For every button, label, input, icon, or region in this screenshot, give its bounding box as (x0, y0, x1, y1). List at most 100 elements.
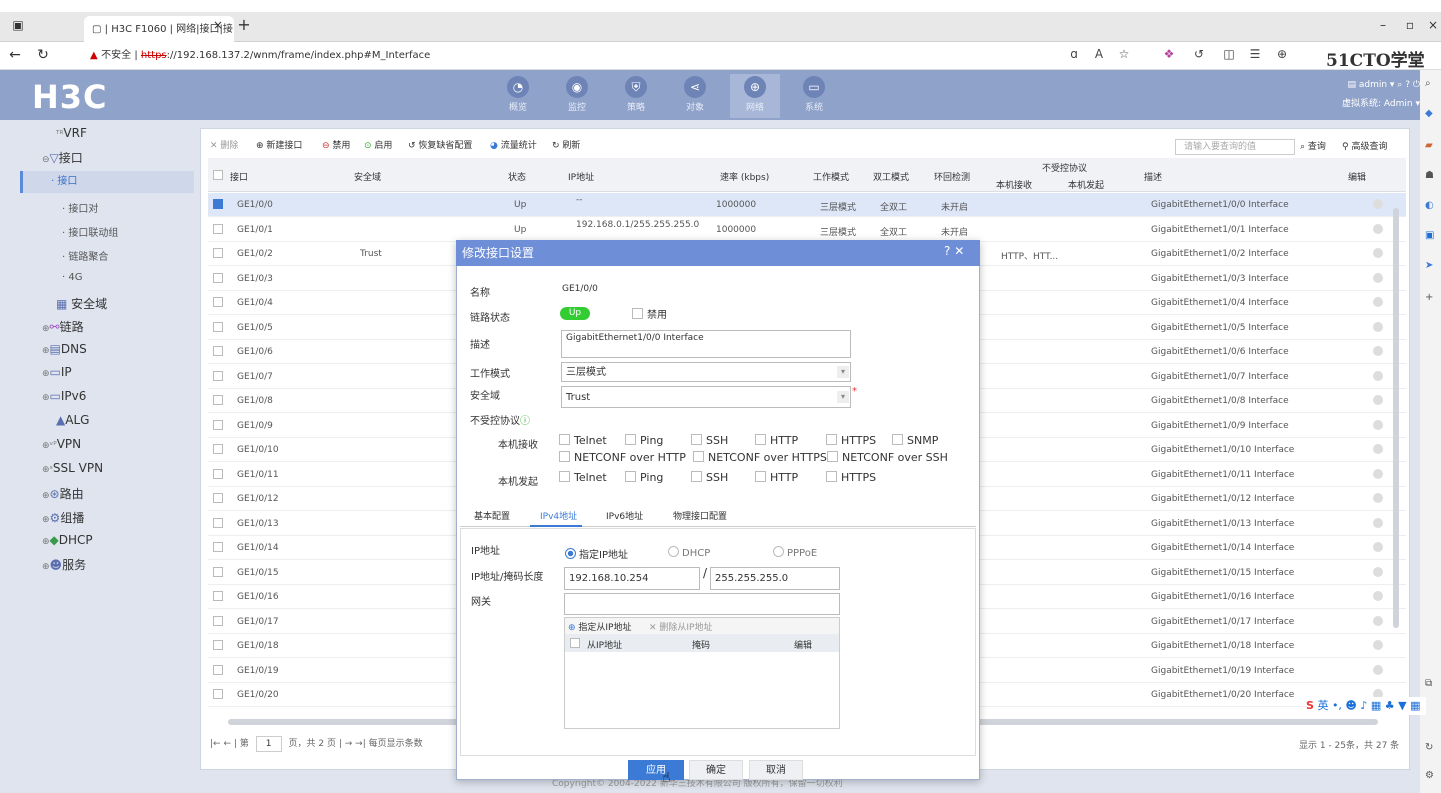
row-checkbox[interactable] (213, 468, 223, 479)
edit-icon[interactable] (1373, 664, 1383, 675)
edit-icon[interactable] (1373, 419, 1383, 430)
nav-monitor[interactable]: ◉ 监控 (552, 74, 602, 118)
edit-icon[interactable] (1373, 346, 1383, 356)
edit-icon[interactable] (1373, 297, 1383, 307)
disable-checkbox[interactable]: 禁用 (632, 306, 667, 321)
sidebar-item-dns[interactable]: ⊕▤DNS (42, 342, 87, 356)
tx-ping-checkbox[interactable]: Ping (625, 471, 663, 484)
sidebar-item-ssl-vpn[interactable]: ⊕ˢSSL VPN (42, 461, 103, 475)
cancel-button[interactable]: 取消 (749, 760, 803, 780)
side-settings-icon[interactable]: ⚙ (1425, 770, 1434, 781)
traffic-stats-button[interactable]: ◕ 流量统计 (490, 138, 537, 151)
col-status[interactable]: 状态 (508, 170, 526, 183)
row-checkbox[interactable] (213, 346, 223, 356)
window-close-button[interactable]: × (1425, 17, 1441, 33)
rx-netconf-ssh-checkbox[interactable]: NETCONF over SSH (827, 451, 948, 464)
disable-button[interactable]: ⊖ 禁用 (322, 138, 350, 151)
side-search-icon[interactable]: ⌕ (1425, 78, 1431, 89)
edit-icon[interactable] (1373, 199, 1383, 209)
sidebar-item-ipv6[interactable]: ⊕▭IPv6 (42, 389, 86, 403)
edit-icon[interactable] (1373, 640, 1383, 650)
first-page-icon[interactable]: |← (210, 739, 221, 749)
gateway-input[interactable] (564, 593, 840, 615)
sync-icon[interactable]: ↺ (1190, 47, 1208, 61)
search-input[interactable]: 请输入要查询的值 (1175, 139, 1295, 155)
mode-select[interactable]: 三层模式 (561, 362, 851, 382)
ok-button[interactable]: 确定 (689, 760, 743, 780)
col-loop[interactable]: 环回检测 (934, 170, 970, 183)
edit-icon[interactable] (1373, 615, 1383, 626)
row-checkbox[interactable] (213, 493, 223, 503)
tx-ssh-checkbox[interactable]: SSH (691, 471, 728, 484)
edit-icon[interactable] (1373, 395, 1383, 405)
sidebar-item-service[interactable]: ⊕☻服务 (42, 556, 86, 573)
col-interface[interactable]: 接口 (230, 170, 248, 183)
ip-pppoe-radio[interactable]: PPPoE (773, 546, 817, 559)
new-interface-button[interactable]: ⊕ 新建接口 (256, 138, 302, 151)
next-page-icon[interactable]: → (345, 739, 353, 749)
desc-textarea[interactable]: GigabitEthernet1/0/0 Interface (561, 330, 851, 358)
sidebar-item-interface-link-group[interactable]: · 接口联动组 (62, 224, 118, 239)
ime-toolbar[interactable]: S 英 •, ☻ ♪ ▦ ♣ ▼ ▦ (1306, 697, 1426, 715)
row-checkbox[interactable] (213, 689, 223, 699)
col-mode[interactable]: 工作模式 (813, 170, 849, 183)
sidebar-item-vpn[interactable]: ⊕ᵛᴾVPN (42, 437, 81, 451)
tx-http-checkbox[interactable]: HTTP (755, 471, 798, 484)
side-send-icon[interactable]: ➤ (1425, 260, 1433, 271)
col-desc[interactable]: 描述 (1144, 170, 1162, 183)
sidebar-item-multicast[interactable]: ⊕⚙组播 (42, 509, 84, 526)
close-icon[interactable]: ✕ (954, 244, 964, 258)
nav-network[interactable]: ⊕ 网络 (730, 74, 780, 118)
sidebar-item-4g[interactable]: · 4G (62, 272, 82, 283)
sidebar-item-interface-pair[interactable]: · 接口对 (62, 200, 98, 215)
user-menu[interactable]: admin ▾ (1359, 80, 1395, 90)
favorites-list-icon[interactable]: ☰ (1246, 47, 1264, 61)
row-checkbox[interactable] (213, 321, 223, 332)
minimize-button[interactable]: – (1375, 17, 1391, 33)
advanced-query-button[interactable]: ⚲ 高级查询 (1342, 139, 1387, 152)
rx-netconf-http-checkbox[interactable]: NETCONF over HTTP (559, 451, 686, 464)
new-tab-button[interactable]: + (236, 17, 252, 33)
col-local-tx[interactable]: 本机发起 (1068, 178, 1104, 191)
restore-icon[interactable]: ▫ (1402, 17, 1418, 33)
rx-ssh-checkbox[interactable]: SSH (691, 434, 728, 447)
tab-physical[interactable]: 物理接口配置 (673, 509, 727, 522)
nav-policy[interactable]: ⛨ 策略 (611, 74, 661, 118)
row-checkbox[interactable] (213, 517, 223, 528)
tab-ipv6[interactable]: IPv6地址 (606, 509, 643, 522)
edit-icon[interactable] (1373, 493, 1383, 503)
edit-icon[interactable] (1373, 370, 1383, 381)
row-checkbox[interactable] (213, 566, 223, 577)
edit-icon[interactable] (1373, 517, 1383, 528)
collections-icon[interactable]: ⊕ (1273, 47, 1291, 61)
table-row[interactable]: GE1/0/0 Up -- 1000000 三层模式 全双工 未开启 GigabitEther… (208, 193, 1406, 217)
chevron-down-icon[interactable]: ▾ (837, 366, 849, 378)
side-circle-icon[interactable]: ◐ (1425, 200, 1434, 211)
help-icon[interactable]: ? (944, 244, 950, 258)
last-page-icon[interactable]: →| (355, 739, 366, 749)
tab-close-icon[interactable]: × (210, 17, 226, 33)
rx-http-checkbox[interactable]: HTTP (755, 434, 798, 447)
nav-overview[interactable]: ◔ 概览 (493, 74, 543, 118)
edit-icon[interactable] (1373, 468, 1383, 479)
row-checkbox[interactable] (213, 542, 223, 552)
row-checkbox[interactable] (213, 223, 223, 234)
row-checkbox[interactable] (213, 591, 223, 601)
help-icon[interactable]: ? (1405, 80, 1410, 90)
row-checkbox[interactable] (213, 664, 223, 675)
row-checkbox[interactable] (213, 370, 223, 381)
row-checkbox[interactable] (213, 297, 223, 307)
query-button[interactable]: ⌕ 查询 (1300, 139, 1326, 152)
table-row[interactable]: GE1/0/1 Up 192.168.0.1/255.255.255.0 100000… (208, 218, 1406, 242)
row-checkbox[interactable] (213, 248, 223, 258)
edit-icon[interactable] (1373, 321, 1383, 332)
back-icon[interactable]: ← (6, 47, 24, 63)
tab-ipv4[interactable]: IPv4地址 (540, 509, 577, 522)
ip-address-input[interactable]: 192.168.10.254 (564, 567, 700, 590)
sidebar-item-link[interactable]: ⊕⚯链路 (42, 318, 84, 335)
side-add-icon[interactable]: + (1425, 292, 1433, 303)
tx-https-checkbox[interactable]: HTTPS (826, 471, 876, 484)
sidebar-item-vrf[interactable]: ᵀᴿVRF (56, 126, 87, 140)
dialog-help-close[interactable]: ? ✕ (944, 244, 964, 258)
ip-static-radio[interactable]: 指定IP地址 (565, 546, 628, 561)
